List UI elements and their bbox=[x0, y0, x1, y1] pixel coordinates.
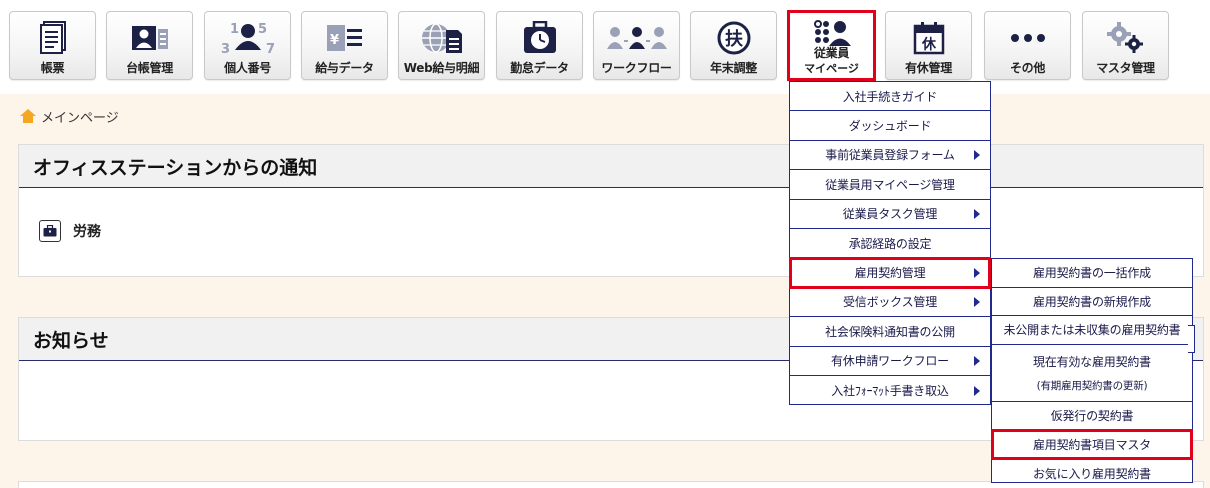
digit-glyph: 5 bbox=[258, 22, 267, 37]
toolbar-button-personal-number[interactable]: 1 5 3 7 個人番号 bbox=[204, 11, 291, 80]
menu-item-label: 未公開または未収集の雇用契約書 bbox=[1003, 323, 1181, 338]
employment-contract-submenu: 雇用契約書の一括作成 雇用契約書の新規作成 未公開または未収集の雇用契約書 現在… bbox=[991, 258, 1193, 483]
toolbar-button-master[interactable]: マスタ管理 bbox=[1082, 11, 1169, 80]
menu-item-label: 仮発行の契約書 bbox=[1050, 409, 1134, 424]
menu-item-handwritten-import[interactable]: 入社ﾌｫｰﾏｯﾄ手書き取込 bbox=[790, 376, 990, 405]
home-icon[interactable] bbox=[19, 108, 37, 124]
workflow-icon bbox=[594, 20, 679, 56]
submenu-item-bulk-create[interactable]: 雇用契約書の一括作成 bbox=[992, 259, 1192, 288]
menu-item-label: 雇用契約書の新規作成 bbox=[1032, 294, 1151, 309]
menu-item-employment-contract[interactable]: 雇用契約管理 bbox=[789, 257, 991, 289]
submenu-item-active-contracts[interactable]: 現在有効な雇用契約書 (有期雇用契約書の更新) bbox=[992, 345, 1192, 402]
toolbar-label: マスタ管理 bbox=[1096, 61, 1155, 75]
master-settings-icon bbox=[1083, 20, 1168, 56]
toolbar-button-attendance[interactable]: 勤怠データ bbox=[496, 11, 583, 80]
toolbar-label-line2: マイページ bbox=[804, 62, 859, 75]
personal-number-icon: 1 5 3 7 bbox=[205, 20, 290, 56]
yen-glyph: ¥ bbox=[330, 33, 339, 48]
leave-glyph: 休 bbox=[921, 36, 937, 53]
toolbar-label: 個人番号 bbox=[224, 61, 271, 75]
menu-item-inbox-management[interactable]: 受信ボックス管理 bbox=[790, 288, 990, 318]
breadcrumb: メインページ bbox=[19, 106, 119, 126]
submenu-item-provisional[interactable]: 仮発行の契約書 bbox=[992, 402, 1192, 431]
menu-item-label: 有休申請ワークフロー bbox=[830, 354, 949, 369]
employee-mypage-menu: 入社手続きガイド ダッシュボード 事前従業員登録フォーム 従業員用マイページ管理… bbox=[789, 81, 991, 405]
menu-item-leave-workflow[interactable]: 有休申請ワークフロー bbox=[790, 347, 990, 376]
submenu-item-item-master[interactable]: 雇用契約書項目マスタ bbox=[991, 429, 1193, 460]
menu-item-label: 現在有効な雇用契約書 bbox=[1032, 354, 1151, 369]
menu-item-label: 雇用契約書の一括作成 bbox=[1032, 266, 1151, 281]
briefcase-icon bbox=[39, 220, 61, 242]
menu-item-task-management[interactable]: 従業員タスク管理 bbox=[790, 200, 990, 229]
ledger-icon bbox=[107, 20, 192, 56]
menu-item-label: 入社ﾌｫｰﾏｯﾄ手書き取込 bbox=[831, 384, 949, 399]
submenu-arrow-icon bbox=[974, 208, 980, 219]
submenu-arrow-icon bbox=[974, 355, 980, 366]
menu-item-onboarding-guide[interactable]: 入社手続きガイド bbox=[790, 82, 990, 112]
more-icon bbox=[985, 20, 1070, 56]
employee-mypage-icon bbox=[790, 19, 873, 47]
menu-item-approval-route[interactable]: 承認経路の設定 bbox=[790, 229, 990, 259]
toolbar-button-payroll[interactable]: ¥ 給与データ bbox=[301, 11, 388, 80]
menu-item-mypage-management[interactable]: 従業員用マイページ管理 bbox=[790, 170, 990, 200]
menu-item-label: 承認経路の設定 bbox=[848, 236, 932, 251]
menu-item-pre-registration-form[interactable]: 事前従業員登録フォーム bbox=[790, 141, 990, 171]
digit-glyph: 3 bbox=[221, 42, 230, 56]
paid-leave-icon: 休 bbox=[886, 20, 971, 56]
toolbar-button-reports[interactable]: 帳票 bbox=[9, 11, 96, 80]
toolbar-button-web-payslip[interactable]: Web給与明細 bbox=[398, 11, 485, 80]
menu-item-label: 従業員タスク管理 bbox=[842, 207, 938, 222]
year-end-icon: 扶 bbox=[691, 20, 776, 56]
menu-item-label: 事前従業員登録フォーム bbox=[825, 148, 955, 163]
submenu-item-favorites[interactable]: お気に入り雇用契約書 bbox=[992, 459, 1192, 488]
news-panel-button-edge[interactable] bbox=[1188, 325, 1195, 353]
toolbar-button-workflow[interactable]: ワークフロー bbox=[593, 11, 680, 80]
menu-item-label: ダッシュボード bbox=[848, 119, 932, 134]
submenu-item-unpublished[interactable]: 未公開または未収集の雇用契約書 bbox=[992, 316, 1192, 345]
toolbar-button-paid-leave[interactable]: 休 有休管理 bbox=[885, 11, 972, 80]
menu-item-label: 雇用契約管理 bbox=[854, 266, 926, 281]
toolbar-label: ワークフロー bbox=[601, 61, 672, 75]
document-icon bbox=[10, 20, 95, 56]
toolbar-button-ledger[interactable]: 台帳管理 bbox=[106, 11, 193, 80]
toolbar-button-employee-mypage[interactable]: 従業員 マイページ bbox=[787, 10, 876, 81]
menu-item-label: 雇用契約書項目マスタ bbox=[1032, 437, 1151, 452]
toolbar-button-more[interactable]: その他 bbox=[984, 11, 1071, 80]
toolbar-label: 勤怠データ bbox=[510, 61, 569, 75]
menu-item-label: 従業員用マイページ管理 bbox=[825, 177, 955, 192]
toolbar-label: 年末調整 bbox=[710, 61, 757, 75]
toolbar-label: その他 bbox=[1009, 61, 1046, 75]
submenu-arrow-icon bbox=[974, 149, 980, 160]
main-toolbar: 帳票 台帳管理 1 5 3 7 個人番号 ¥ 給与データ Web給与明細 勤怠デ… bbox=[0, 0, 1210, 94]
toolbar-label: 帳票 bbox=[40, 61, 65, 75]
toolbar-label: Web給与明細 bbox=[403, 61, 480, 75]
submenu-item-new-create[interactable]: 雇用契約書の新規作成 bbox=[992, 288, 1192, 317]
menu-item-sublabel: (有期雇用契約書の更新) bbox=[1036, 379, 1148, 392]
submenu-arrow-icon bbox=[974, 267, 980, 278]
menu-item-label: 受信ボックス管理 bbox=[842, 295, 938, 310]
toolbar-label: 給与データ bbox=[315, 61, 374, 75]
toolbar-label: 従業員 bbox=[813, 46, 850, 60]
notice-panel-title: オフィスステーションからの通知 bbox=[19, 145, 1203, 188]
toolbar-label: 台帳管理 bbox=[126, 61, 173, 75]
labor-category[interactable]: 労務 bbox=[39, 220, 101, 242]
submenu-arrow-icon bbox=[974, 296, 980, 307]
web-payslip-icon bbox=[399, 20, 484, 56]
submenu-arrow-icon bbox=[974, 385, 980, 396]
year-end-glyph: 扶 bbox=[725, 28, 744, 50]
toolbar-button-year-end[interactable]: 扶 年末調整 bbox=[690, 11, 777, 80]
labor-label: 労務 bbox=[73, 224, 101, 240]
digit-glyph: 1 bbox=[230, 22, 239, 37]
menu-item-label: 入社手続きガイド bbox=[842, 89, 938, 104]
breadcrumb-home-link[interactable]: メインページ bbox=[41, 107, 119, 126]
payroll-icon: ¥ bbox=[302, 20, 387, 56]
digit-glyph: 7 bbox=[266, 42, 275, 56]
menu-item-label: お気に入り雇用契約書 bbox=[1032, 466, 1151, 481]
menu-item-label: 社会保険料通知書の公開 bbox=[825, 324, 955, 339]
menu-item-dashboard[interactable]: ダッシュボード bbox=[790, 111, 990, 141]
toolbar-label: 有休管理 bbox=[905, 61, 952, 75]
menu-item-social-insurance-notice[interactable]: 社会保険料通知書の公開 bbox=[790, 317, 990, 347]
attendance-icon bbox=[497, 20, 582, 56]
